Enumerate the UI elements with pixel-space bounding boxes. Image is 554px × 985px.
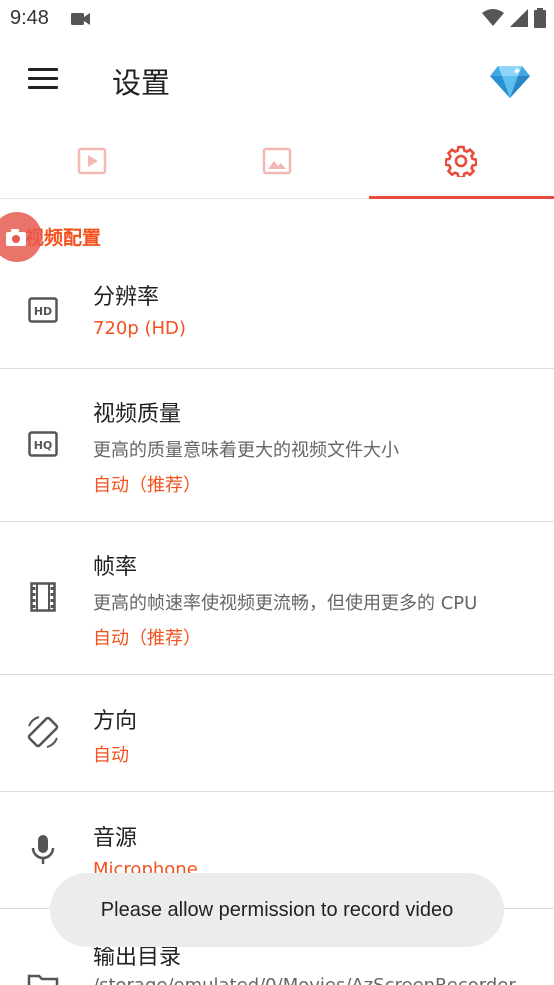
toast-message: Please allow permission to record video: [100, 898, 454, 921]
floating-record-button[interactable]: [0, 212, 42, 262]
svg-text:HD: HD: [34, 305, 52, 318]
microphone-icon: [24, 830, 62, 868]
app-bar: 设置: [0, 38, 554, 124]
video-play-icon: [77, 147, 107, 174]
setting-title: 分辨率: [93, 285, 160, 310]
video-camera-icon: [71, 13, 90, 25]
setting-title: 方向: [93, 709, 138, 734]
setting-frame-rate[interactable]: 帧率 更高的帧速率使视频更流畅，但使用更多的 CPU 自动（推荐）: [0, 522, 554, 675]
permission-toast: Please allow permission to record video: [50, 873, 504, 947]
tab-bar: [0, 124, 554, 199]
setting-value: 自动: [93, 745, 129, 766]
setting-video-quality[interactable]: HQ 视频质量 更高的质量意味着更大的视频文件大小 自动（推荐）: [0, 369, 554, 522]
tab-videos[interactable]: [0, 124, 184, 197]
image-icon: [262, 147, 292, 174]
tab-settings[interactable]: [369, 124, 553, 197]
setting-description: 更高的质量意味着更大的视频文件大小: [93, 440, 399, 461]
setting-value: /storage/emulated/0/Movies/AzScreenRecor…: [93, 975, 516, 985]
status-bar: 9:48: [0, 0, 554, 38]
hd-icon: HD: [24, 291, 62, 329]
screen-rotation-icon: [24, 713, 62, 751]
status-time: 9:48: [10, 7, 49, 29]
setting-description: 更高的帧速率使视频更流畅，但使用更多的 CPU: [93, 593, 478, 614]
setting-resolution[interactable]: HD 分辨率 720p (HD): [0, 262, 554, 369]
menu-icon[interactable]: [28, 68, 58, 92]
battery-icon: [534, 8, 546, 28]
camera-record-icon: [6, 229, 26, 246]
setting-value: 720p (HD): [93, 318, 186, 339]
setting-value: 自动（推荐）: [93, 475, 201, 496]
gear-icon: [445, 145, 477, 177]
setting-title: 帧率: [93, 555, 138, 580]
setting-value: 自动（推荐）: [93, 628, 201, 649]
signal-icon: [510, 9, 528, 27]
premium-diamond-icon[interactable]: [490, 60, 530, 100]
setting-orientation[interactable]: 方向 自动: [0, 675, 554, 792]
tab-images[interactable]: [185, 124, 369, 197]
folder-icon: [24, 967, 62, 985]
hq-icon: HQ: [24, 425, 62, 463]
film-strip-icon: [24, 578, 62, 616]
page-title: 设置: [112, 66, 171, 100]
svg-text:HQ: HQ: [34, 439, 53, 452]
tab-indicator: [369, 196, 554, 199]
setting-title: 音源: [93, 826, 138, 851]
setting-title: 视频质量: [93, 402, 182, 427]
wifi-icon: [482, 9, 504, 26]
